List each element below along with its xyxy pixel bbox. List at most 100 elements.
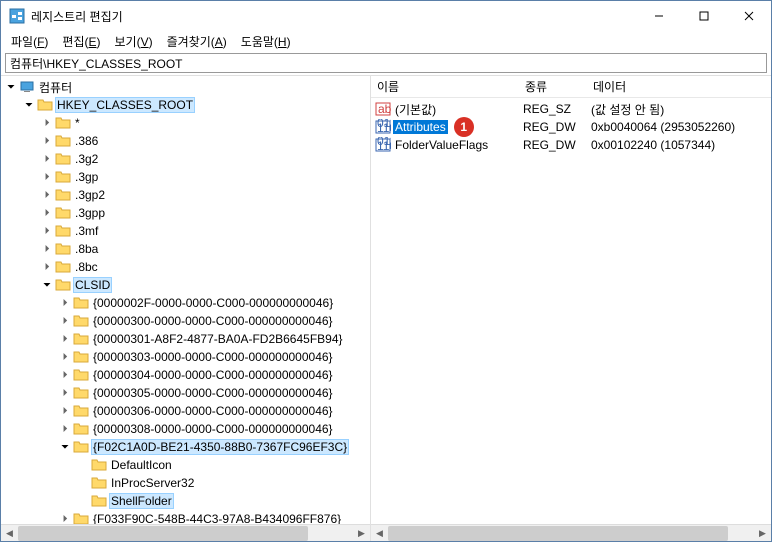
scroll-right-icon[interactable]: ▶	[353, 525, 370, 541]
tree-subkey[interactable]: DefaultIcon	[1, 456, 370, 474]
tree-clsid-item[interactable]: ⏵{00000301-A8F2-4877-BA0A-FD2B6645FB94}	[1, 330, 370, 348]
expander-closed-icon[interactable]: ⏵	[39, 226, 55, 237]
folder-icon	[73, 421, 89, 437]
col-name[interactable]: 이름	[371, 75, 519, 98]
tree-item[interactable]: ⏵ .3gp2	[1, 186, 370, 204]
tree-root[interactable]: ⏷컴퓨터	[1, 78, 370, 96]
col-data[interactable]: 데이터	[587, 75, 771, 98]
folder-icon	[55, 259, 71, 275]
tree-label: {F02C1A0D-BE21-4350-88B0-7367FC96EF3C}	[91, 439, 349, 455]
binary-value-icon: 011110	[375, 119, 391, 135]
expander-closed-icon[interactable]: ⏵	[57, 406, 73, 417]
tree-clsid-item[interactable]: ⏵{00000303-0000-0000-C000-000000000046}	[1, 348, 370, 366]
value-type: REG_DW	[519, 120, 587, 134]
tree-clsid-item[interactable]: ⏵{F033F90C-548B-44C3-97A8-B434096FF876}	[1, 510, 370, 524]
address-bar[interactable]: 컴퓨터\HKEY_CLASSES_ROOT	[5, 53, 767, 73]
binary-value-icon: 011110	[375, 137, 391, 153]
tree-item[interactable]: ⏵ .3mf	[1, 222, 370, 240]
tree-hkcr[interactable]: ⏷ HKEY_CLASSES_ROOT	[1, 96, 370, 114]
expander-closed-icon[interactable]: ⏵	[57, 370, 73, 381]
scroll-thumb[interactable]	[18, 526, 308, 541]
scroll-left-icon[interactable]: ◀	[1, 525, 18, 541]
tree-label: {00000308-0000-0000-C000-000000000046}	[91, 422, 335, 436]
expander-closed-icon[interactable]: ⏵	[57, 388, 73, 399]
tree[interactable]: ⏷컴퓨터⏷HKEY_CLASSES_ROOT⏵*⏵.386⏵.3g2⏵.3gp⏵…	[1, 76, 370, 524]
svg-text:ab: ab	[378, 102, 391, 116]
content: ⏷컴퓨터⏷HKEY_CLASSES_ROOT⏵*⏵.386⏵.3g2⏵.3gp⏵…	[1, 75, 771, 541]
menu-도움말[interactable]: 도움말(H)	[235, 31, 297, 52]
value-type: REG_SZ	[519, 102, 587, 116]
tree-selected-clsid[interactable]: ⏷ {F02C1A0D-BE21-4350-88B0-7367FC96EF3C}	[1, 438, 370, 456]
expander-closed-icon[interactable]: ⏵	[57, 334, 73, 345]
col-type[interactable]: 종류	[519, 75, 587, 98]
menu-보기[interactable]: 보기(V)	[109, 31, 159, 52]
tree-label: .8bc	[73, 260, 100, 274]
address-text: 컴퓨터\HKEY_CLASSES_ROOT	[10, 55, 183, 72]
tree-item[interactable]: ⏵ .8bc	[1, 258, 370, 276]
menu-편집[interactable]: 편집(E)	[56, 31, 106, 52]
value-row[interactable]: 011110Attributes1REG_DW0xb0040064 (29530…	[371, 118, 771, 136]
close-button[interactable]	[726, 1, 771, 31]
expander-closed-icon[interactable]: ⏵	[39, 190, 55, 201]
tree-clsid-item[interactable]: ⏵{00000300-0000-0000-C000-000000000046}	[1, 312, 370, 330]
folder-icon	[91, 457, 107, 473]
tree-h-scrollbar[interactable]: ◀ ▶	[1, 524, 370, 541]
tree-item[interactable]: ⏵.8ba	[1, 240, 370, 258]
folder-icon	[37, 97, 53, 113]
tree-item[interactable]: ⏵.3gp	[1, 168, 370, 186]
tree-label: HKEY_CLASSES_ROOT	[55, 97, 195, 113]
value-row[interactable]: 011110FolderValueFlagsREG_DW0x00102240 (…	[371, 136, 771, 154]
tree-clsid-item[interactable]: ⏵{00000306-0000-0000-C000-000000000046}	[1, 402, 370, 420]
expander-closed-icon[interactable]: ⏵	[39, 118, 55, 129]
tree-item[interactable]: ⏵.3gpp	[1, 204, 370, 222]
tree-item[interactable]: ⏵.386	[1, 132, 370, 150]
value-name: (기본값)	[393, 101, 438, 118]
expander-closed-icon[interactable]: ⏵	[57, 514, 73, 525]
tree-clsid-item[interactable]: ⏵{0000002F-0000-0000-C000-000000000046}	[1, 294, 370, 312]
tree-clsid[interactable]: ⏷CLSID	[1, 276, 370, 294]
expander-closed-icon[interactable]: ⏵	[39, 244, 55, 255]
tree-clsid-item[interactable]: ⏵{00000304-0000-0000-C000-000000000046}	[1, 366, 370, 384]
value-data: (값 설정 안 됨)	[587, 101, 771, 118]
scroll-left-icon[interactable]: ◀	[371, 525, 388, 541]
menubar: 파일(F)편집(E)보기(V)즐겨찾기(A)도움말(H)	[1, 31, 771, 51]
menu-즐겨찾기[interactable]: 즐겨찾기(A)	[161, 31, 233, 52]
values-list[interactable]: ab(기본값) REG_SZ(값 설정 안 됨)011110Attributes1…	[371, 98, 771, 524]
tree-clsid-item[interactable]: ⏵{00000305-0000-0000-C000-000000000046}	[1, 384, 370, 402]
expander-closed-icon[interactable]: ⏵	[39, 172, 55, 183]
tree-subkey[interactable]: ShellFolder	[1, 492, 370, 510]
maximize-button[interactable]	[681, 1, 726, 31]
folder-icon	[73, 331, 89, 347]
expander-closed-icon[interactable]: ⏵	[39, 136, 55, 147]
expander-closed-icon[interactable]: ⏵	[39, 208, 55, 219]
tree-item[interactable]: ⏵*	[1, 114, 370, 132]
tree-label: .3gp2	[73, 188, 107, 202]
expander-closed-icon[interactable]: ⏵	[39, 262, 55, 273]
expander-closed-icon[interactable]: ⏵	[57, 298, 73, 309]
expander-open-icon[interactable]: ⏷	[57, 442, 73, 453]
folder-icon	[91, 493, 107, 509]
value-row[interactable]: ab(기본값) REG_SZ(값 설정 안 됨)	[371, 100, 771, 118]
scroll-thumb[interactable]	[388, 526, 728, 541]
expander-open-icon[interactable]: ⏷	[21, 100, 37, 111]
expander-open-icon[interactable]: ⏷	[39, 280, 55, 291]
string-value-icon: ab	[375, 101, 391, 117]
expander-closed-icon[interactable]: ⏵	[57, 352, 73, 363]
expander-closed-icon[interactable]: ⏵	[57, 316, 73, 327]
tree-label: .3mf	[73, 224, 100, 238]
expander-closed-icon[interactable]: ⏵	[39, 154, 55, 165]
tree-subkey[interactable]: InProcServer32	[1, 474, 370, 492]
menu-파일[interactable]: 파일(F)	[5, 31, 54, 52]
folder-icon	[55, 241, 71, 257]
minimize-button[interactable]	[636, 1, 681, 31]
expander-open-icon[interactable]: ⏷	[3, 82, 19, 93]
values-h-scrollbar[interactable]: ◀ ▶	[371, 524, 771, 541]
tree-clsid-item[interactable]: ⏵ {00000308-0000-0000-C000-000000000046}	[1, 420, 370, 438]
tree-item[interactable]: ⏵.3g2	[1, 150, 370, 168]
list-header: 이름 종류 데이터	[371, 76, 771, 98]
folder-icon	[73, 439, 89, 455]
app-icon	[9, 8, 25, 24]
folder-icon	[55, 151, 71, 167]
scroll-right-icon[interactable]: ▶	[754, 525, 771, 541]
expander-closed-icon[interactable]: ⏵	[57, 424, 73, 435]
